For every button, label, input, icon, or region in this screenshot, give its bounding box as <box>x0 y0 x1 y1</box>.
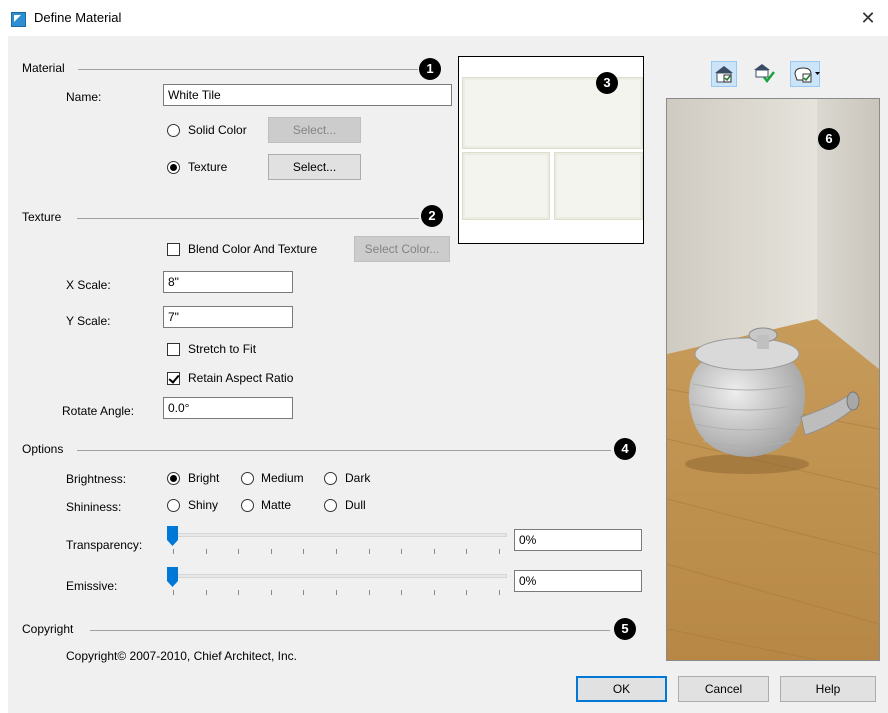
room-view-icon <box>715 66 733 83</box>
object-view-dropdown[interactable] <box>790 61 820 87</box>
slider-tick <box>336 549 337 554</box>
shininess-dull-radio[interactable] <box>324 499 337 512</box>
blend-color-label: Blend Color And Texture <box>188 242 318 256</box>
texture-radio[interactable] <box>167 161 180 174</box>
transparency-slider-track[interactable] <box>168 533 507 537</box>
cancel-button[interactable]: Cancel <box>678 676 769 702</box>
slider-tick <box>205 590 207 595</box>
room-view-button[interactable] <box>711 61 737 87</box>
close-button[interactable]: ✕ <box>856 8 880 28</box>
brightness-medium-radio[interactable] <box>241 472 254 485</box>
material-section-label: Material <box>22 61 65 75</box>
rotate-angle-label: Rotate Angle: <box>62 404 135 418</box>
slider-tick <box>466 590 468 595</box>
slider-tick <box>499 549 500 554</box>
brightness-dark-radio[interactable] <box>324 472 337 485</box>
solid-color-label: Solid Color <box>188 123 247 137</box>
brightness-bright-radio[interactable] <box>167 472 180 485</box>
shininess-dull-label: Dull <box>345 498 366 512</box>
blend-color-checkbox[interactable] <box>167 243 180 256</box>
solid-color-select-button[interactable]: Select... <box>268 117 361 143</box>
emissive-value-input[interactable]: 0% <box>514 570 642 592</box>
help-button[interactable]: Help <box>780 676 876 702</box>
callout-badge-1: 1 <box>419 58 441 80</box>
copyright-text: Copyright© 2007-2010, Chief Architect, I… <box>66 649 297 663</box>
emissive-label: Emissive: <box>66 579 118 593</box>
texture-divider <box>77 218 419 219</box>
shininess-matte-label: Matte <box>261 498 292 512</box>
callout-badge-6: 6 <box>818 128 840 150</box>
brightness-bright-label: Bright <box>188 471 220 485</box>
texture-select-button[interactable]: Select... <box>268 154 361 180</box>
slider-tick <box>303 590 305 595</box>
x-scale-input[interactable]: 8" <box>163 271 293 293</box>
callout-badge-4: 4 <box>614 438 636 460</box>
slider-tick <box>499 590 500 595</box>
callout-badge-5: 5 <box>614 618 636 640</box>
copyright-section-label: Copyright <box>22 622 74 636</box>
object-dropdown-icon <box>794 67 820 83</box>
copyright-divider <box>90 630 610 631</box>
brightness-dark-label: Dark <box>345 471 371 485</box>
slider-tick <box>433 549 435 554</box>
retain-aspect-checkbox[interactable] <box>167 372 180 385</box>
tile <box>462 152 550 220</box>
brightness-medium-label: Medium <box>261 471 304 485</box>
select-color-button[interactable]: Select Color... <box>354 236 450 262</box>
name-input[interactable]: White Tile <box>163 84 452 106</box>
shininess-shiny-label: Shiny <box>188 498 219 512</box>
slider-tick <box>173 590 174 595</box>
callout-badge-2: 2 <box>421 205 443 227</box>
stretch-to-fit-label: Stretch to Fit <box>188 342 257 356</box>
shininess-matte-radio[interactable] <box>241 499 254 512</box>
material-divider <box>78 69 418 70</box>
slider-tick <box>303 549 305 554</box>
slider-tick <box>238 549 240 554</box>
tile <box>554 152 643 220</box>
slider-tick <box>173 549 174 554</box>
options-section-label: Options <box>22 442 64 456</box>
texture-section-label: Texture <box>22 210 62 224</box>
y-scale-label: Y Scale: <box>66 314 111 328</box>
slider-tick <box>466 549 468 554</box>
title-bar: Define Material ✕ <box>0 0 888 36</box>
ok-button[interactable]: OK <box>576 676 667 702</box>
app-icon <box>11 12 26 27</box>
slider-tick <box>270 549 272 554</box>
check-material-icon <box>754 64 775 84</box>
transparency-value-input[interactable]: 0% <box>514 529 642 551</box>
slider-tick <box>270 590 272 595</box>
slider-tick <box>433 590 435 595</box>
retain-aspect-label: Retain Aspect Ratio <box>188 371 294 385</box>
slider-tick <box>401 549 403 554</box>
callout-badge-3: 3 <box>596 72 618 94</box>
slider-tick <box>401 590 403 595</box>
options-divider <box>77 450 611 451</box>
x-scale-label: X Scale: <box>66 278 111 292</box>
slider-tick <box>336 590 337 595</box>
solid-color-radio[interactable] <box>167 124 180 137</box>
stretch-to-fit-checkbox[interactable] <box>167 343 180 356</box>
slider-tick <box>238 590 240 595</box>
render-scene <box>667 99 879 660</box>
slider-tick <box>368 590 370 595</box>
material-3d-preview <box>666 98 880 661</box>
name-label: Name: <box>66 90 102 104</box>
shininess-shiny-radio[interactable] <box>167 499 180 512</box>
rotate-angle-input[interactable]: 0.0° <box>163 397 293 419</box>
brightness-label: Brightness: <box>66 472 127 486</box>
slider-tick <box>368 549 370 554</box>
transparency-label: Transparency: <box>66 538 143 552</box>
check-material-button[interactable] <box>751 61 777 87</box>
texture-radio-label: Texture <box>188 160 228 174</box>
slider-tick <box>205 549 207 554</box>
emissive-slider-track[interactable] <box>168 574 507 578</box>
window-title: Define Material <box>34 10 122 25</box>
y-scale-input[interactable]: 7" <box>163 306 293 328</box>
shininess-label: Shininess: <box>66 500 122 514</box>
